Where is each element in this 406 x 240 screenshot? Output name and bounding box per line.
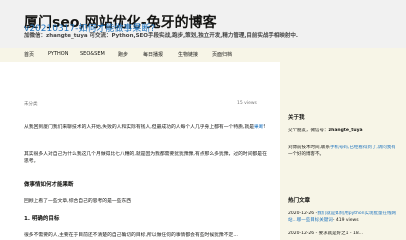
post-heading-1: 做事情如何才能果断 bbox=[24, 182, 74, 188]
sidebar-recent-date: 2020-12-26 - bbox=[288, 211, 318, 216]
post-keyword-decisive[interactable]: 果断 bbox=[254, 125, 264, 130]
sidebar-recent-item-1: 2020-12-26 -我们就是如何用python实现批量在线网站...哪一些目… bbox=[288, 211, 398, 225]
post-paragraph-4: 很多不需要的人,主要在于目前还不清楚的自己确切的目标,所以做任何的事情都会有些时… bbox=[24, 233, 238, 238]
post-paragraph-2-text: 其实很多人对自己为什么我这几个月做得比七八糟的,就是因为我都需要犹犹豫豫,有点那… bbox=[24, 152, 267, 164]
nav-item-daily-report[interactable]: 每日播报 bbox=[143, 51, 163, 58]
post-paragraph-1-text: 从我回到厦门我们来聊技术的人开始,失败的人和实际有钱人,但最成功的人每个人几乎身… bbox=[24, 125, 255, 130]
main-nav: 首页 PYTHON SEO&SEM 跑步 每日播报 生物链接 页面归档 bbox=[0, 48, 406, 62]
nav-item-archive[interactable]: 页面归档 bbox=[212, 51, 232, 58]
nav-item-python[interactable]: PYTHON bbox=[48, 51, 68, 57]
sidebar-about-line-2: 刘博前技术时间,联系手机号码,已经看得到了,请问我有一个好的博客不。 bbox=[288, 145, 398, 165]
nav-item-seo-sem[interactable]: SEO&SEM bbox=[80, 51, 105, 57]
page: 厦门seo,网站优化-兔牙的博客 加微信：zhangte_tuya 可交流：Py… bbox=[0, 0, 406, 240]
sidebar-about-link[interactable]: 手机号码,已经看得到了,请问我有 bbox=[330, 145, 396, 150]
nav-item-home[interactable]: 首页 bbox=[24, 51, 34, 58]
sidebar-about-line-1: 交个朋友，微信号：zhangte_tuya bbox=[288, 128, 398, 136]
post-heading-2: 1. 明确的目标 bbox=[24, 216, 60, 222]
sidebar-wechat-id: zhangte_tuya bbox=[328, 128, 363, 133]
sidebar-about-prefix: 交个朋友，微信号： bbox=[288, 128, 329, 133]
post-paragraph-1: 从我回到厦门我们来聊技术的人开始,失败的人和实际有钱人,但最成功的人每个人几乎身… bbox=[24, 125, 266, 130]
sidebar-about-title: 关于我 bbox=[288, 115, 305, 121]
post-title[interactable]: v20210317-如何才能做事果断? bbox=[24, 21, 155, 34]
nav-item-bio-links[interactable]: 生物链接 bbox=[178, 51, 198, 58]
nav-item-running[interactable]: 跑步 bbox=[118, 51, 128, 58]
sidebar-about-text-c: 一个好的博客不。 bbox=[288, 151, 324, 157]
post-paragraph-2: 其实很多人对自己为什么我这几个月做得比七八糟的,就是因为我都需要犹犹豫豫,有点那… bbox=[24, 151, 270, 167]
sidebar-recent-views: - 419 views bbox=[332, 217, 359, 223]
post-views: 15 views bbox=[237, 101, 257, 106]
sidebar-about-text-a: 刘博前技术时间,联系 bbox=[288, 145, 330, 150]
post-paragraph-3: 回顾上看了一些文章,综合自己的思考的是一些东西 bbox=[24, 199, 132, 204]
sidebar-recent-item-2[interactable]: 2020-12-26 - 要求就是好之1 - 18... bbox=[288, 231, 398, 239]
post-category[interactable]: 未分类 bbox=[24, 101, 38, 107]
sidebar-recent-title: 热门文章 bbox=[288, 198, 311, 204]
